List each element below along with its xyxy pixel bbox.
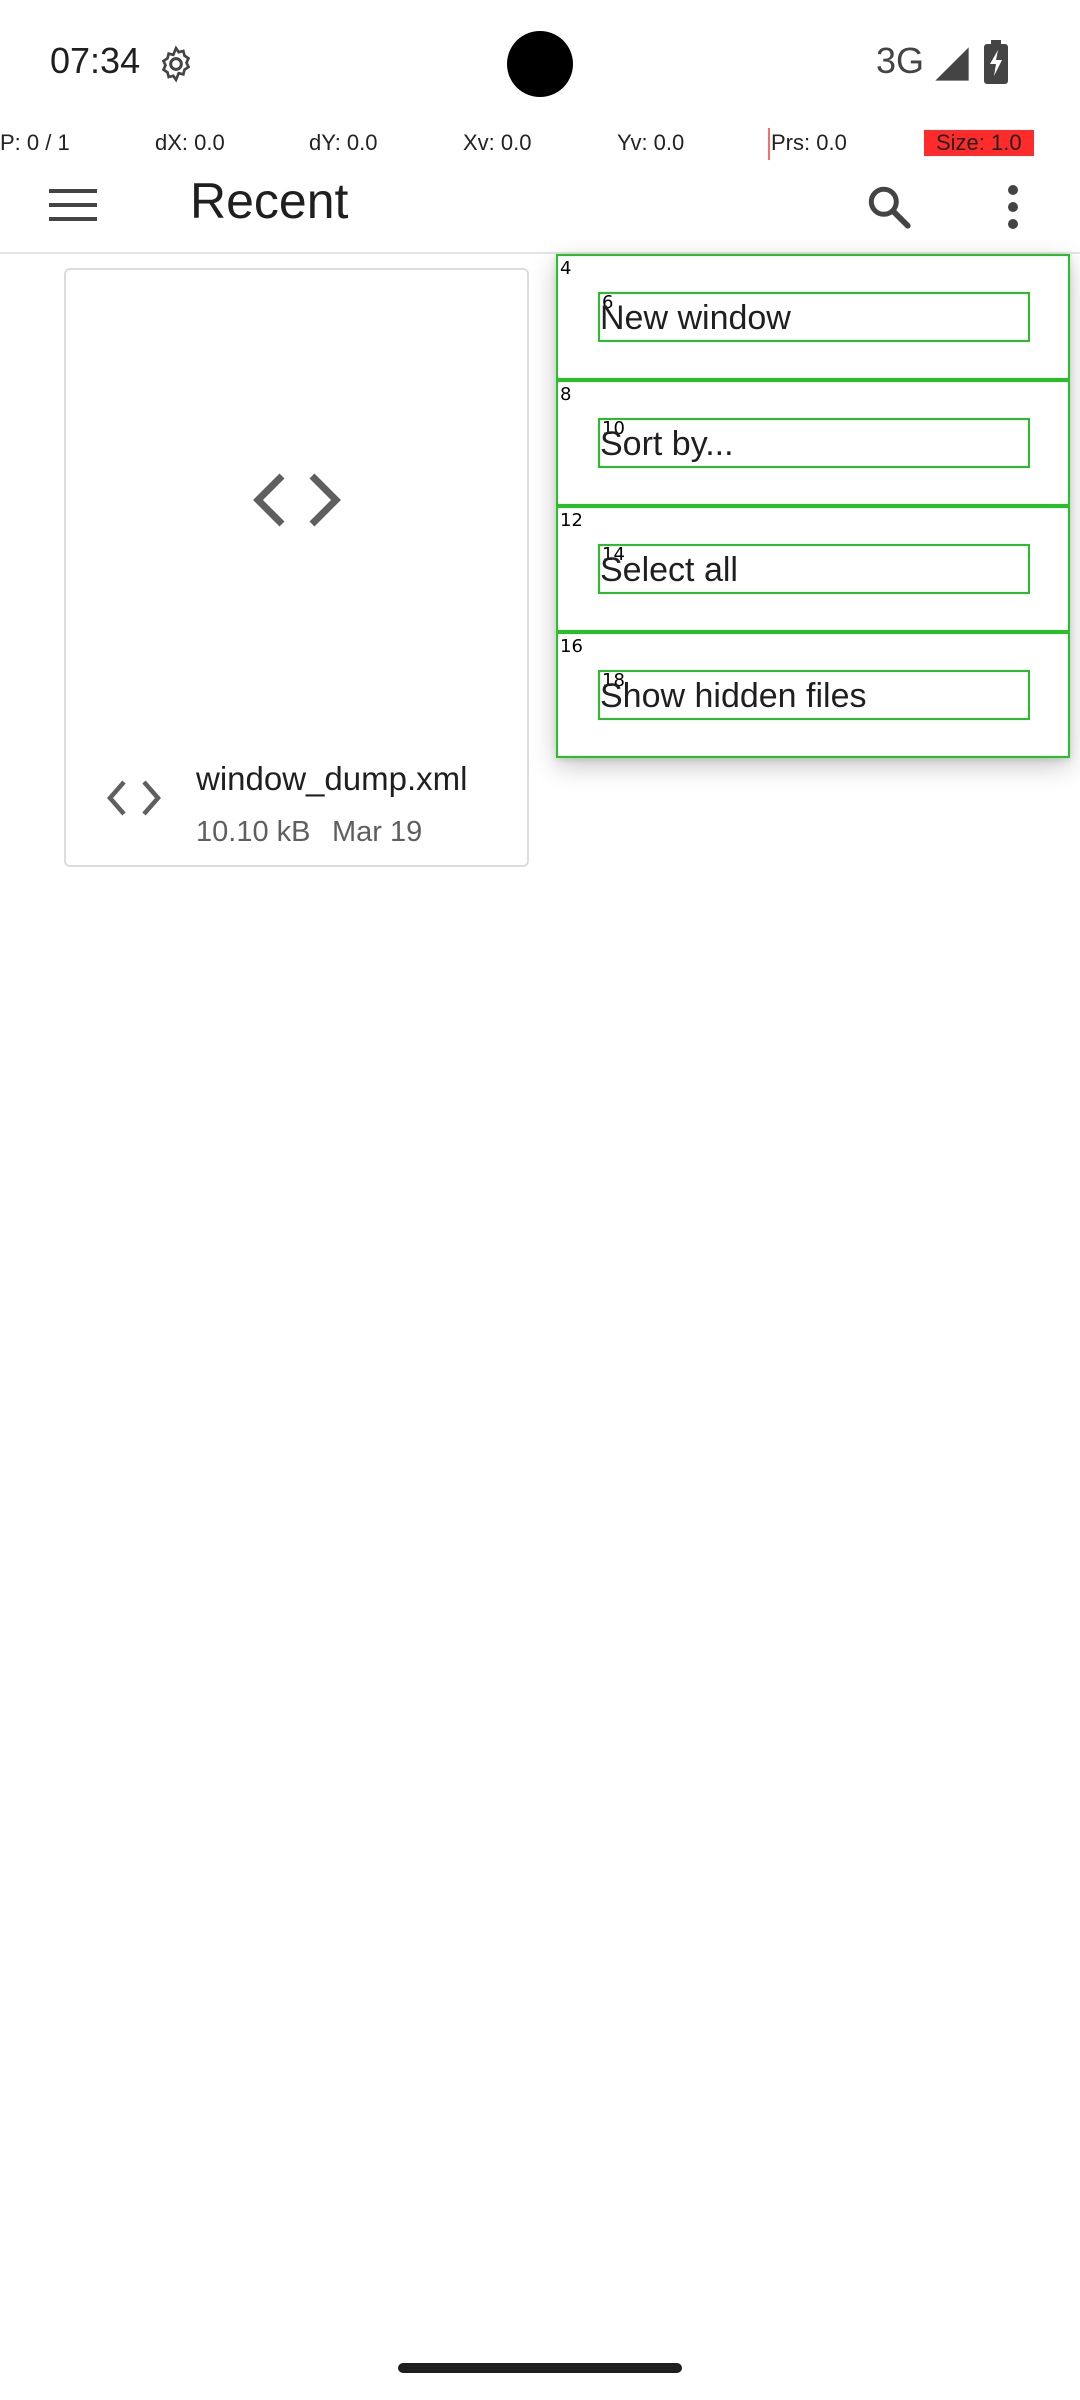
file-grid-item[interactable]: window_dump.xml 10.10 kB Mar 19 (64, 268, 529, 867)
search-button[interactable] (850, 168, 928, 246)
file-thumbnail (66, 270, 527, 730)
code-file-icon (252, 473, 341, 527)
page-title: Recent (190, 173, 349, 229)
code-file-type-icon (107, 780, 161, 816)
debug-dy: dY: 0.0 (309, 130, 378, 155)
debug-node-id: 16 (560, 636, 583, 657)
menu-item-label: New window (600, 299, 791, 337)
debug-node-id: 8 (560, 384, 572, 405)
signal-strength-icon (935, 47, 969, 81)
more-vert-icon (1008, 185, 1018, 229)
network-type: 3G (876, 40, 925, 81)
settings-gear-icon (161, 45, 191, 83)
gesture-navigation-handle[interactable] (398, 2363, 682, 2373)
more-options-button[interactable] (974, 168, 1052, 246)
debug-dx: dX: 0.0 (155, 130, 225, 155)
menu-item-label-box: 10 Sort by... (598, 418, 1030, 468)
status-bar: 07:34 3G (0, 0, 1080, 128)
status-time: 07:34 (50, 40, 141, 81)
menu-item-sort-by[interactable]: 8 10 Sort by... (556, 380, 1070, 506)
pointer-debug-overlay: P: 0 / 1 dX: 0.0 dY: 0.0 Xv: 0.0 Yv: 0.0… (0, 128, 1080, 160)
menu-item-label: Sort by... (600, 425, 734, 463)
menu-item-show-hidden-files[interactable]: 16 18 Show hidden files (556, 632, 1070, 758)
app-bar: Recent (0, 160, 1080, 254)
hamburger-menu-icon (49, 189, 97, 221)
debug-prs-marker (768, 128, 770, 160)
battery-charging-icon (984, 40, 1008, 84)
menu-item-label: Show hidden files (600, 677, 867, 715)
debug-prs: Prs: 0.0 (771, 130, 847, 155)
menu-item-label: Select all (600, 551, 738, 589)
menu-item-label-box: 18 Show hidden files (598, 670, 1030, 720)
search-icon (868, 186, 911, 229)
menu-item-select-all[interactable]: 12 14 Select all (556, 506, 1070, 632)
debug-node-id: 4 (560, 258, 572, 279)
debug-yv: Yv: 0.0 (617, 130, 685, 155)
camera-cutout (507, 31, 573, 97)
file-size: 10.10 kB (196, 816, 311, 848)
debug-pointer: P: 0 / 1 (0, 130, 70, 155)
menu-item-label-box: 6 New window (598, 292, 1030, 342)
debug-xv: Xv: 0.0 (463, 130, 532, 155)
navigation-menu-button[interactable] (36, 168, 110, 242)
file-date: Mar 19 (332, 816, 423, 848)
menu-item-label-box: 14 Select all (598, 544, 1030, 594)
debug-node-id: 12 (560, 510, 583, 531)
file-name: window_dump.xml (196, 760, 468, 797)
menu-item-new-window[interactable]: 4 6 New window (556, 254, 1070, 380)
debug-size: Size: 1.0 (924, 130, 1034, 156)
